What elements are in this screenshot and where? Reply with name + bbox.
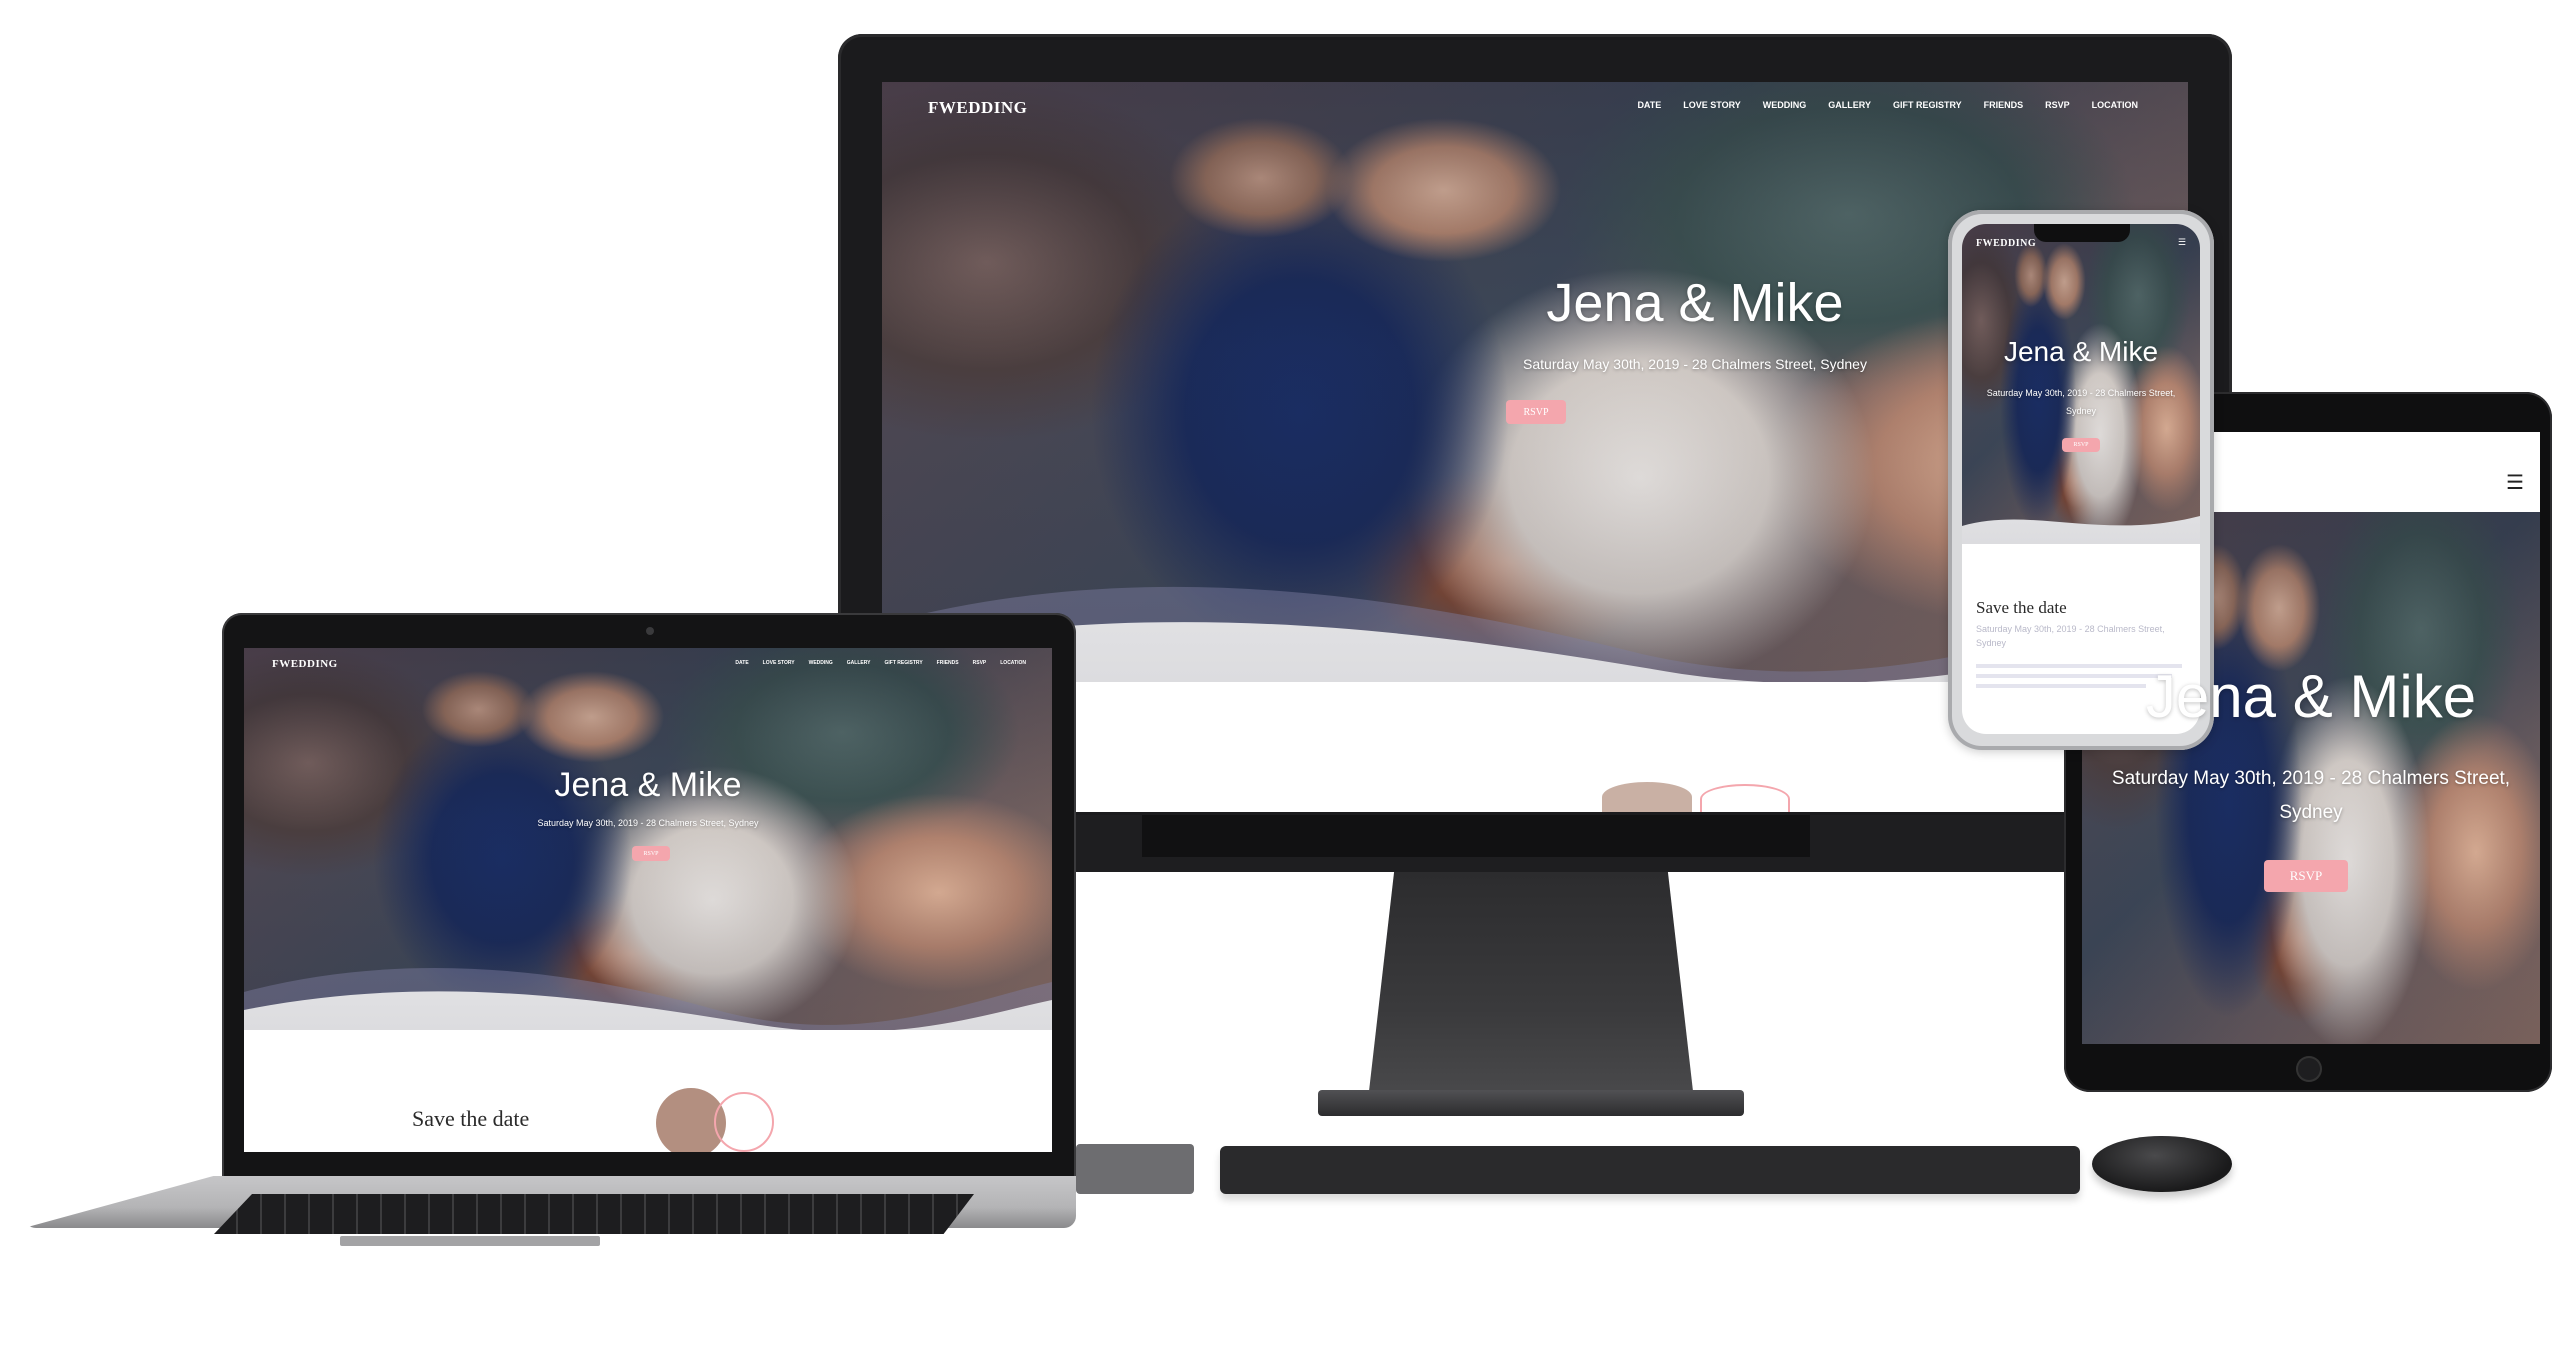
hero-title: Jena & Mike (1546, 273, 1844, 333)
laptop-screen: FWEDDING DATE LOVE STORY WEDDING GALLERY… (244, 648, 1052, 1152)
nav-item-rsvp[interactable]: RSVP (973, 660, 987, 666)
rsvp-button[interactable]: RSVP (2062, 438, 2100, 452)
site-logo[interactable]: FWEDDING (272, 658, 338, 670)
nav-item-wedding[interactable]: WEDDING (1763, 100, 1807, 110)
hero-details: Saturday May 30th, 2019 - 28 Chalmers St… (1962, 384, 2200, 420)
responsive-devices-mockup: FWEDDING DATE LOVE STORY WEDDING GALLERY… (0, 0, 2564, 1353)
nav-item-rsvp[interactable]: RSVP (2045, 100, 2070, 110)
monitor-stand-foot (1318, 1090, 1744, 1116)
couple-thumbnail (1602, 782, 1692, 812)
nav-item-friends[interactable]: FRIENDS (1984, 100, 2024, 110)
hero-title: Jena & Mike (2003, 336, 2159, 367)
laptop-keyboard (214, 1194, 974, 1234)
hamburger-icon[interactable]: ☰ (2178, 238, 2186, 248)
hero-wave-divider (1962, 516, 2200, 544)
site-logo[interactable]: FWEDDING (1976, 238, 2036, 249)
phone-notch (2034, 224, 2130, 242)
decor-ring (714, 1092, 774, 1152)
monitor-stand-neck (1368, 872, 1694, 1100)
save-the-date-heading: Save the date (412, 1106, 530, 1131)
tablet-home-button (2296, 1056, 2322, 1082)
nav-item-love-story[interactable]: LOVE STORY (1683, 100, 1741, 110)
hero-details-line-1: Saturday May 30th, 2019 - 28 Chalmers St… (2111, 768, 2511, 789)
main-nav: DATE LOVE STORY WEDDING GALLERY GIFT REG… (1637, 100, 2138, 110)
hero-details-line-2: Sydney (2065, 406, 2097, 416)
hero-details: Saturday May 30th, 2019 - 28 Chalmers St… (537, 818, 759, 828)
site-logo[interactable]: FWEDDING (928, 98, 1027, 118)
desk-keyboard (1220, 1146, 2080, 1194)
monitor-chin-panel (1142, 815, 1810, 857)
laptop-trackpad (340, 1236, 600, 1246)
rsvp-button[interactable]: RSVP (1506, 400, 1566, 424)
nav-item-gift-registry[interactable]: GIFT REGISTRY (1893, 100, 1962, 110)
main-nav: DATE LOVE STORY WEDDING GALLERY GIFT REG… (735, 660, 1026, 666)
nav-item-gift-registry[interactable]: GIFT REGISTRY (885, 660, 923, 666)
nav-item-wedding[interactable]: WEDDING (809, 660, 833, 666)
hero-details-line-2: Sydney (2279, 802, 2343, 823)
save-the-date-details: Saturday May 30th, 2019 - 28 Chalmers St… (1976, 624, 2165, 648)
nav-item-gallery[interactable]: GALLERY (1828, 100, 1871, 110)
laptop-camera (646, 627, 654, 635)
hero-section: FWEDDING DATE LOVE STORY WEDDING GALLERY… (244, 648, 1052, 1030)
nav-item-date[interactable]: DATE (735, 660, 748, 666)
hamburger-icon[interactable]: ☰ (2506, 470, 2524, 494)
nav-item-location[interactable]: LOCATION (2092, 100, 2138, 110)
nav-item-gallery[interactable]: GALLERY (847, 660, 871, 666)
rsvp-button[interactable]: RSVP (632, 846, 670, 861)
laptop-hinge (1076, 1144, 1194, 1194)
decor-ring (1700, 784, 1790, 812)
save-the-date-heading: Save the date (1976, 598, 2067, 617)
hero-details-line-1: Saturday May 30th, 2019 - 28 Chalmers St… (1986, 388, 2176, 398)
nav-item-location[interactable]: LOCATION (1000, 660, 1026, 666)
nav-item-date[interactable]: DATE (1637, 100, 1661, 110)
nav-item-love-story[interactable]: LOVE STORY (763, 660, 795, 666)
hero-title: Jena & Mike (554, 766, 742, 804)
hero-details: Saturday May 30th, 2019 - 28 Chalmers St… (2082, 762, 2540, 830)
rsvp-button[interactable]: RSVP (2264, 860, 2348, 892)
hero-title: Jena & Mike (2145, 663, 2477, 730)
desk-mouse (2092, 1136, 2232, 1192)
nav-item-friends[interactable]: FRIENDS (937, 660, 959, 666)
hero-wave-divider (244, 968, 1052, 1030)
